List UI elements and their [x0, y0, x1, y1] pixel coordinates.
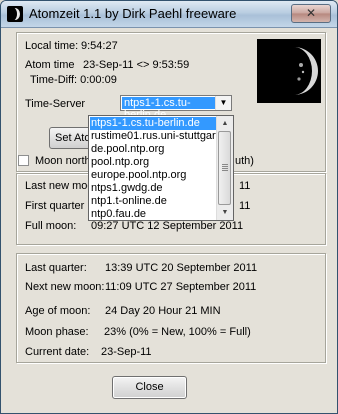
- local-time-value: 9:54:27: [81, 40, 118, 52]
- moon-phase-image: [257, 39, 321, 103]
- first-quarter-tail: 11: [239, 200, 251, 212]
- title-bar[interactable]: Atomzeit 1.1 by Dirk Paehl freeware ✕: [1, 1, 337, 28]
- server-option[interactable]: pool.ntp.org: [91, 156, 149, 169]
- close-button[interactable]: Close: [112, 376, 187, 399]
- atom-time-value: 23-Sep-11 <> 9:53:59: [83, 59, 190, 71]
- time-server-select[interactable]: ntps1-1.cs.tu-berlin.de ▼: [120, 95, 232, 121]
- server-option[interactable]: ntps1.gwdg.de: [91, 182, 163, 195]
- server-option[interactable]: ntp0.fau.de: [91, 208, 146, 220]
- set-atom-time-label: Set Ato: [55, 132, 91, 144]
- server-option[interactable]: de.pool.ntp.org: [91, 143, 164, 156]
- moon-south-label: uth): [235, 155, 254, 167]
- first-quarter-label: First quarter n: [25, 200, 94, 212]
- time-diff: Time-Diff: 0:00:09: [30, 74, 117, 86]
- moon-phase-label: Moon phase:: [25, 326, 89, 338]
- app-window: Atomzeit 1.1 by Dirk Paehl freeware ✕ Lo…: [0, 0, 338, 414]
- current-date-label: Current date:: [25, 346, 90, 358]
- age-of-moon-value: 24 Day 20 Hour 21 MIN: [105, 305, 221, 317]
- window-close-button[interactable]: ✕: [291, 4, 331, 23]
- last-quarter-label: Last quarter:: [25, 262, 87, 274]
- server-option[interactable]: ntps1-1.cs.tu-berlin.de: [90, 117, 219, 130]
- time-server-value: ntps1-1.cs.tu-berlin.de: [122, 97, 215, 121]
- age-of-moon-label: Age of moon:: [25, 305, 91, 317]
- moon-north-label: Moon north: [35, 155, 91, 167]
- chevron-down-icon[interactable]: ▼: [215, 96, 231, 110]
- full-moon-label: Full moon:: [25, 220, 77, 232]
- moon-north-checkbox[interactable]: [18, 155, 29, 166]
- full-moon-value: 09:27 UTC 12 September 2011: [91, 220, 244, 232]
- current-date-value: 23-Sep-11: [101, 346, 152, 358]
- moon-app-icon: [7, 6, 23, 22]
- last-quarter-value: 13:39 UTC 20 September 2011: [105, 262, 258, 274]
- last-new-moon-label: Last new moo: [25, 180, 94, 192]
- window-title: Atomzeit 1.1 by Dirk Paehl freeware: [29, 6, 237, 21]
- scroll-up-icon[interactable]: ▲: [218, 117, 232, 130]
- close-button-label: Close: [135, 381, 164, 393]
- scroll-down-icon[interactable]: ▼: [218, 206, 232, 219]
- time-server-label: Time-Server: [25, 98, 86, 110]
- moon-phase-value: 23% (0% = New, 100% = Full): [104, 326, 251, 338]
- next-new-moon-value: 11:09 UTC 27 September 2011: [105, 281, 257, 293]
- last-new-moon-tail: 11: [239, 180, 251, 192]
- server-option[interactable]: ntp1.t-online.de: [91, 195, 167, 208]
- scroll-thumb[interactable]: [218, 131, 231, 205]
- time-server-dropdown-list: ntps1-1.cs.tu-berlin.de rustime01.rus.un…: [88, 115, 234, 221]
- server-option[interactable]: europe.pool.ntp.org: [91, 169, 186, 182]
- local-time-label: Local time:: [25, 40, 79, 52]
- dropdown-scrollbar[interactable]: ▲ ▼: [216, 116, 233, 220]
- atom-time-label: Atom time: [25, 59, 75, 71]
- server-option[interactable]: rustime01.rus.uni-stuttgart.: [91, 130, 222, 143]
- next-new-moon-label: Next new moon:: [25, 281, 105, 293]
